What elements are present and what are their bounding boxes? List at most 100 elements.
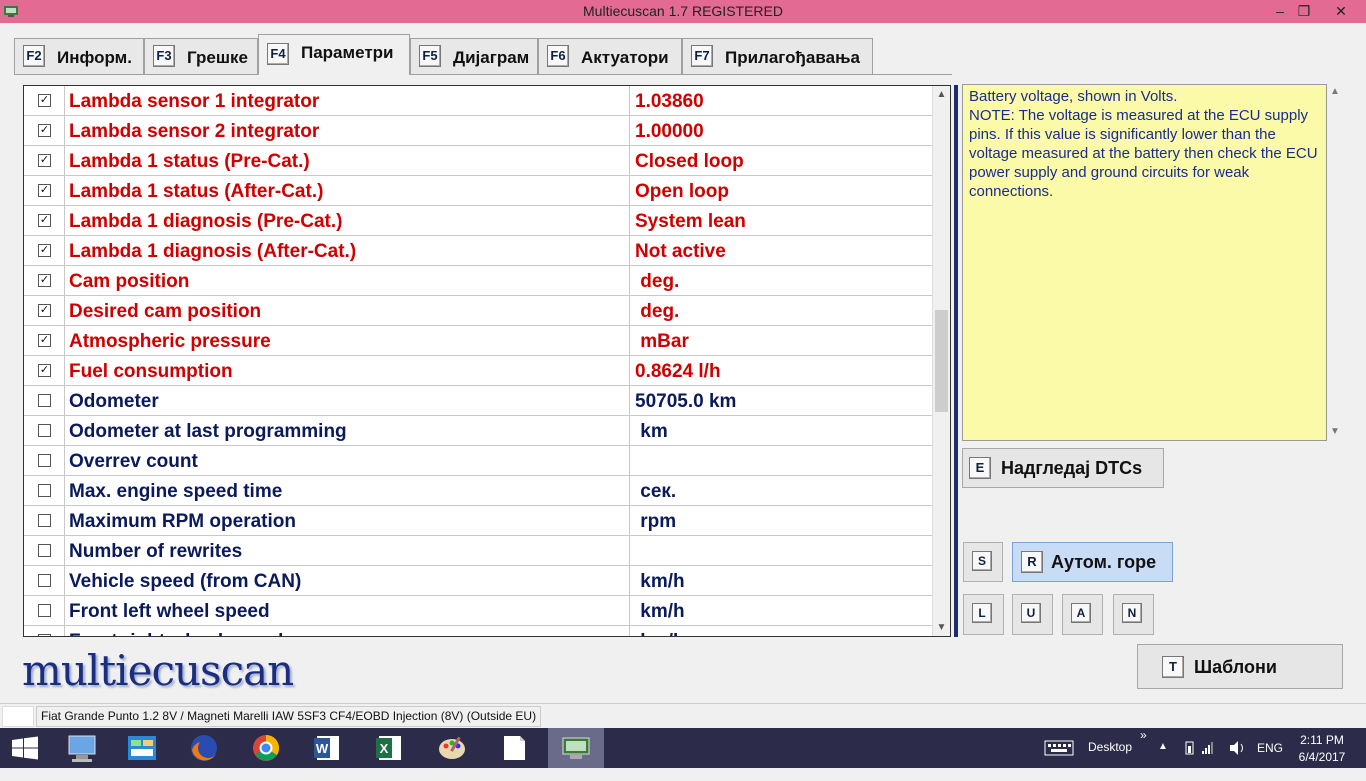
multiecuscan-icon[interactable]: [548, 728, 604, 768]
parameter-row[interactable]: ✓ Desired cam position deg.: [24, 296, 934, 326]
s-button[interactable]: S: [963, 542, 1003, 582]
parameter-value: System lean: [635, 211, 746, 232]
clock[interactable]: 2:11 PM 6/4/2017: [1296, 733, 1348, 773]
key-badge: A: [1071, 603, 1091, 623]
parameter-row[interactable]: Overrev count: [24, 446, 934, 476]
parameter-name: Front left wheel speed: [69, 601, 270, 622]
parameter-name: Vehicle speed (from CAN): [69, 571, 302, 592]
parameter-checkbox[interactable]: [38, 574, 51, 587]
tab-actuators[interactable]: F6 Актуатори: [538, 38, 682, 74]
parameter-checkbox[interactable]: [38, 544, 51, 557]
help-scrollbar[interactable]: ▲ ▼: [1327, 84, 1343, 441]
parameter-checkbox[interactable]: [38, 604, 51, 617]
parameter-checkbox[interactable]: ✓: [38, 244, 51, 257]
parameter-row[interactable]: ✓ Lambda 1 diagnosis (Pre-Cat.) System lea…: [24, 206, 934, 236]
parameter-row[interactable]: ✓ Atmospheric pressure mBar: [24, 326, 934, 356]
parameter-row[interactable]: Front right wheel speed km/h: [24, 626, 934, 636]
button-label: Аутом. горе: [1051, 552, 1157, 572]
checkbox-cell: ✓: [24, 356, 65, 385]
monitor-dtc-button[interactable]: E Надгледај DTCs: [962, 448, 1164, 488]
scroll-down-icon[interactable]: ▼: [933, 619, 950, 636]
parameter-row[interactable]: Number of rewrites: [24, 536, 934, 566]
parameter-checkbox[interactable]: [38, 394, 51, 407]
excel-icon[interactable]: X: [362, 728, 418, 768]
a-button[interactable]: A: [1062, 594, 1103, 635]
parameter-row[interactable]: ✓ Cam position deg.: [24, 266, 934, 296]
tab-parameters[interactable]: F4 Параметри: [258, 34, 410, 75]
keyboard-icon[interactable]: [1044, 728, 1074, 768]
scroll-thumb[interactable]: [935, 310, 948, 412]
parameter-name: Overrev count: [69, 451, 198, 472]
parameter-row[interactable]: Front left wheel speed km/h: [24, 596, 934, 626]
parameter-checkbox[interactable]: [38, 454, 51, 467]
parameter-name: Atmospheric pressure: [69, 331, 271, 352]
vehicle-info: Fiat Grande Punto 1.2 8V / Magneti Marel…: [36, 706, 542, 727]
chrome-icon[interactable]: [238, 728, 294, 768]
parameter-row[interactable]: ✓ Lambda 1 status (Pre-Cat.) Closed loop: [24, 146, 934, 176]
tab-errors[interactable]: F3 Грешке: [144, 38, 258, 74]
parameter-row[interactable]: ✓ Fuel consumption 0.8624 l/h: [24, 356, 934, 386]
control-panel-icon[interactable]: [114, 728, 170, 768]
parameter-value: km/h: [635, 571, 685, 592]
tab-info[interactable]: F2 Информ.: [14, 38, 144, 74]
checkbox-cell: [24, 596, 65, 625]
parameter-checkbox[interactable]: [38, 514, 51, 527]
parameter-name: Maximum RPM operation: [69, 511, 296, 532]
parameter-checkbox[interactable]: ✓: [38, 214, 51, 227]
desktop-toolbar-label[interactable]: Desktop: [1088, 740, 1132, 780]
parameter-checkbox[interactable]: [38, 484, 51, 497]
parameter-value: km: [635, 421, 668, 442]
templates-button[interactable]: T Шаблони: [1137, 644, 1343, 689]
auto-up-button[interactable]: R Аутом. горе: [1012, 542, 1173, 582]
parameter-checkbox[interactable]: [38, 424, 51, 437]
scroll-up-icon[interactable]: ▲: [933, 86, 950, 103]
parameter-name: Cam position: [69, 271, 190, 292]
language-indicator[interactable]: ENG: [1257, 741, 1283, 781]
parameter-row[interactable]: ✓ Lambda 1 diagnosis (After-Cat.) Not acti…: [24, 236, 934, 266]
parameter-checkbox[interactable]: ✓: [38, 364, 51, 377]
word-icon[interactable]: W: [300, 728, 356, 768]
parameter-row[interactable]: ✓ Lambda 1 status (After-Cat.) Open loop: [24, 176, 934, 206]
n-button[interactable]: N: [1113, 594, 1154, 635]
parameter-row[interactable]: Odometer at last programming km: [24, 416, 934, 446]
grid-scrollbar[interactable]: ▲ ▼: [932, 86, 950, 636]
start-icon[interactable]: [0, 728, 50, 768]
parameter-row[interactable]: Max. engine speed time сек.: [24, 476, 934, 506]
tab-diagram[interactable]: F5 Дијаграм: [410, 38, 538, 74]
checkbox-cell: ✓: [24, 176, 65, 205]
parameter-row[interactable]: Odometer 50705.0 km: [24, 386, 934, 416]
parameter-row[interactable]: Maximum RPM operation rpm: [24, 506, 934, 536]
parameter-checkbox[interactable]: ✓: [38, 334, 51, 347]
parameter-checkbox[interactable]: ✓: [38, 154, 51, 167]
help-scroll-up-icon[interactable]: ▲: [1327, 86, 1343, 97]
close-button[interactable]: ✕: [1321, 0, 1361, 23]
parameter-checkbox[interactable]: ✓: [38, 94, 51, 107]
maximize-button[interactable]: ❐: [1286, 0, 1322, 23]
tray-overflow-icon[interactable]: ▲: [1158, 741, 1168, 781]
toolbar-chevron-icon[interactable]: »: [1140, 728, 1147, 768]
parameter-row[interactable]: ✓ Lambda sensor 1 integrator 1.03860: [24, 86, 934, 116]
tab-key: F4: [267, 43, 289, 65]
parameter-row[interactable]: ✓ Lambda sensor 2 integrator 1.00000: [24, 116, 934, 146]
parameter-row[interactable]: Vehicle speed (from CAN) km/h: [24, 566, 934, 596]
paint-icon[interactable]: [424, 728, 480, 768]
parameter-checkbox[interactable]: ✓: [38, 184, 51, 197]
parameter-value: 50705.0 km: [635, 391, 737, 412]
computer-icon[interactable]: [54, 728, 110, 768]
parameter-grid[interactable]: ✓ Lambda sensor 1 integrator 1.03860 ✓ Lambd…: [23, 85, 951, 637]
svg-text:X: X: [380, 741, 389, 756]
l-button[interactable]: L: [963, 594, 1004, 635]
parameter-value: deg.: [635, 271, 680, 292]
help-scroll-down-icon[interactable]: ▼: [1327, 426, 1343, 437]
parameter-name: Odometer: [69, 391, 159, 412]
parameter-checkbox[interactable]: [38, 634, 51, 636]
notepad-icon[interactable]: [486, 728, 542, 768]
checkbox-cell: [24, 626, 65, 636]
u-button[interactable]: U: [1012, 594, 1053, 635]
parameter-checkbox[interactable]: ✓: [38, 304, 51, 317]
parameter-checkbox[interactable]: ✓: [38, 274, 51, 287]
parameter-checkbox[interactable]: ✓: [38, 124, 51, 137]
firefox-icon[interactable]: [176, 728, 232, 768]
tab-adaptations[interactable]: F7 Прилагођавања: [682, 38, 873, 74]
column-divider: [629, 326, 630, 355]
